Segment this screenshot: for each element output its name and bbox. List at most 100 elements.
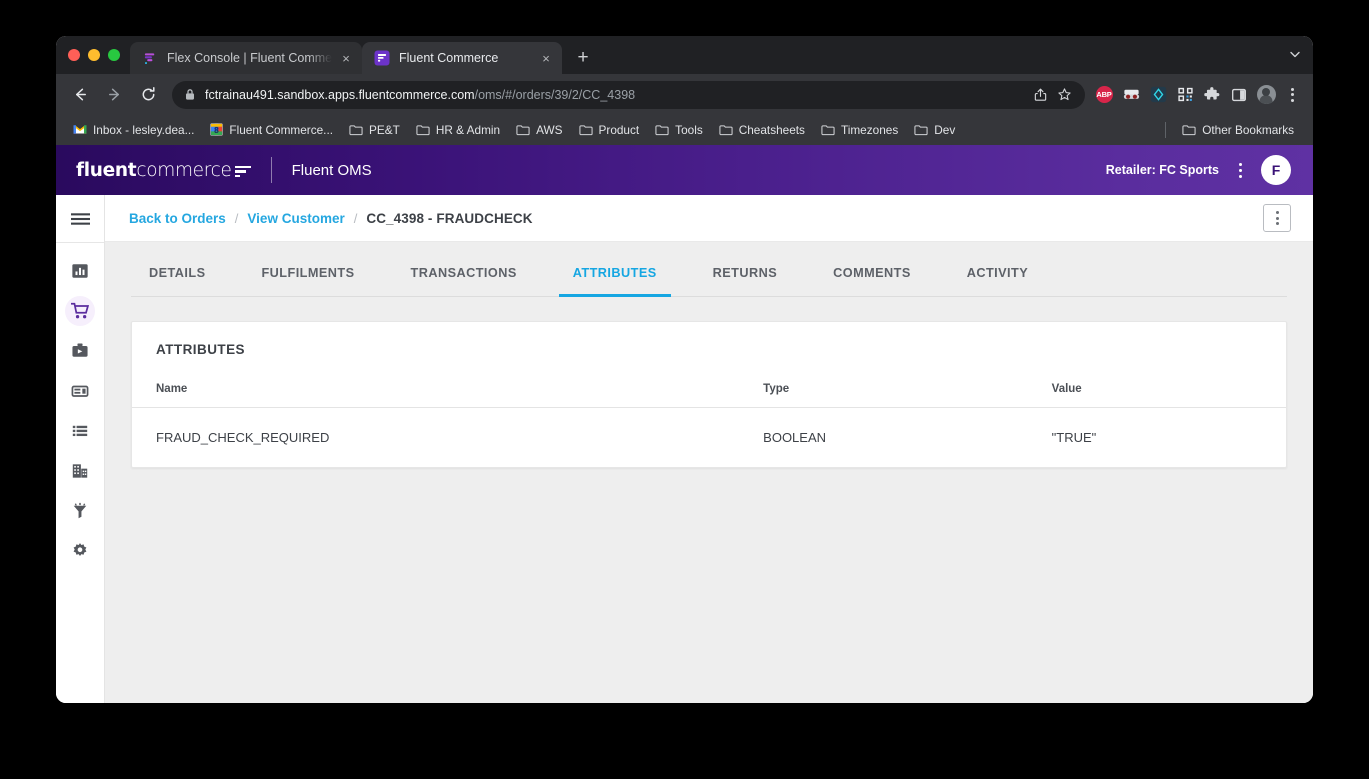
card-layout-icon: [71, 385, 89, 397]
forward-button[interactable]: [100, 81, 128, 109]
maximize-window-button[interactable]: [108, 49, 120, 61]
fluent-logo-mark: [234, 165, 251, 178]
app-sidebar: [56, 195, 105, 703]
shopping-cart-icon: [70, 302, 89, 319]
folder-icon: [821, 124, 835, 136]
cell-attribute-name: FRAUD_CHECK_REQUIRED: [156, 430, 330, 445]
breadcrumb-separator: /: [353, 210, 358, 226]
building-icon: [72, 464, 88, 478]
address-bar[interactable]: fctrainau491.sandbox.apps.fluentcommerce…: [172, 80, 1085, 109]
tab-activity[interactable]: ACTIVITY: [967, 242, 1028, 296]
tab-attributes[interactable]: ATTRIBUTES: [558, 242, 671, 297]
close-tab-button[interactable]: ×: [538, 50, 554, 66]
bookmark-folder-tools[interactable]: Tools: [648, 120, 710, 140]
attributes-table-head: Name Type Value: [132, 357, 1286, 408]
attributes-card: ATTRIBUTES Name Type Value FRAUD_CHECK_R…: [131, 321, 1287, 468]
bookmark-label: Timezones: [840, 122, 899, 137]
reload-button[interactable]: [134, 81, 162, 109]
browser-toolbar: fctrainau491.sandbox.apps.fluentcommerce…: [56, 74, 1313, 115]
sidebar-item-locations[interactable]: [56, 451, 105, 491]
tab-transactions[interactable]: TRANSACTIONS: [411, 242, 517, 296]
bookmark-folder-cheatsheets[interactable]: Cheatsheets: [712, 120, 812, 140]
retailer-selector[interactable]: Retailer: FC Sports: [1106, 163, 1219, 177]
page-viewport: fluentcommerce Fluent OMS Retailer: FC S…: [56, 145, 1313, 703]
hamburger-icon[interactable]: [56, 195, 105, 242]
address-bar-url: fctrainau491.sandbox.apps.fluentcommerce…: [205, 88, 635, 102]
app-header-right: Retailer: FC Sports F: [1106, 155, 1291, 185]
chrome-menu-icon[interactable]: [1281, 84, 1303, 106]
browser-tab-fluent-commerce[interactable]: Fluent Commerce ×: [362, 42, 562, 74]
app-body: Back to Orders / View Customer / CC_4398…: [56, 195, 1313, 703]
table-row[interactable]: FRAUD_CHECK_REQUIRED BOOLEAN "TRUE": [132, 408, 1286, 468]
folder-icon: [349, 124, 363, 136]
new-tab-button[interactable]: +: [569, 43, 597, 71]
bookmark-folder-pet[interactable]: PE&T: [342, 120, 407, 140]
bookmark-fluent-commerce[interactable]: 8 Fluent Commerce...: [203, 120, 340, 140]
tab-returns[interactable]: RETURNS: [713, 242, 777, 296]
address-bar-actions: [1021, 84, 1075, 106]
breadcrumb-link-view-customer[interactable]: View Customer: [247, 211, 344, 226]
side-panel-icon[interactable]: [1227, 83, 1251, 107]
minimize-window-button[interactable]: [88, 49, 100, 61]
bookmark-other-bookmarks[interactable]: Other Bookmarks: [1175, 120, 1301, 140]
back-button[interactable]: [66, 81, 94, 109]
bookmark-folder-dev[interactable]: Dev: [907, 120, 962, 140]
sidebar-item-settings[interactable]: [56, 531, 105, 571]
bookmark-folder-product[interactable]: Product: [572, 120, 647, 140]
incognito-mask-icon[interactable]: [1119, 83, 1143, 107]
window-traffic-lights: [64, 36, 130, 74]
folder-icon: [516, 124, 530, 136]
lock-icon[interactable]: [184, 88, 196, 101]
bookmark-label: HR & Admin: [435, 122, 501, 137]
qr-code-icon[interactable]: [1173, 83, 1197, 107]
sidebar-item-rules[interactable]: [56, 491, 105, 531]
breadcrumb-link-back-to-orders[interactable]: Back to Orders: [129, 211, 226, 226]
browser-tab-title: Fluent Commerce: [399, 51, 499, 65]
puzzle-extensions-icon[interactable]: [1200, 83, 1224, 107]
tab-comments[interactable]: COMMENTS: [833, 242, 911, 296]
flex-console-icon: [142, 50, 158, 66]
close-window-button[interactable]: [68, 49, 80, 61]
sidebar-item-cards[interactable]: [56, 371, 105, 411]
bookmark-folder-timezones[interactable]: Timezones: [814, 120, 905, 140]
chevron-down-icon[interactable]: [1289, 48, 1301, 63]
close-tab-button[interactable]: ×: [338, 50, 354, 66]
attributes-card-title: ATTRIBUTES: [156, 342, 245, 357]
folder-icon: [416, 124, 430, 136]
sidebar-item-orders[interactable]: [56, 291, 105, 331]
bookmark-inbox[interactable]: Inbox - lesley.dea...: [66, 120, 201, 140]
folder-icon: [1182, 124, 1196, 136]
bookmarks-divider: [1165, 121, 1167, 138]
fluent-commerce-logo[interactable]: fluentcommerce: [76, 160, 251, 181]
bookmarks-bar: Inbox - lesley.dea... 8 Fluent Commerce.…: [56, 115, 1313, 145]
browser-tab-flex-console[interactable]: Flex Console | Fluent Commerce ×: [130, 42, 362, 74]
kebab-menu-icon[interactable]: [1229, 157, 1251, 183]
star-icon[interactable]: [1053, 84, 1075, 106]
tab-strip-right-controls: [1289, 36, 1313, 74]
table-header-row: Name Type Value: [132, 357, 1286, 408]
sidebar-item-lists[interactable]: [56, 411, 105, 451]
breadcrumb: Back to Orders / View Customer / CC_4398…: [105, 195, 1313, 242]
order-tabs: DETAILS FULFILMENTS TRANSACTIONS ATTRIBU…: [131, 242, 1287, 297]
gear-icon: [73, 543, 87, 557]
sidebar-divider: [56, 242, 104, 243]
bookmark-folder-aws[interactable]: AWS: [509, 120, 569, 140]
folder-icon: [655, 124, 669, 136]
header-divider: [270, 157, 272, 183]
tab-fulfilments[interactable]: FULFILMENTS: [261, 242, 354, 296]
tab-details[interactable]: DETAILS: [149, 242, 205, 296]
fluent-commerce-icon: [374, 50, 390, 66]
password-manager-icon[interactable]: [1146, 83, 1170, 107]
share-icon[interactable]: [1029, 84, 1051, 106]
profile-avatar-icon[interactable]: [1254, 83, 1278, 107]
browser-tab-strip: Flex Console | Fluent Commerce × Fluent …: [56, 36, 1313, 74]
order-actions-menu-button[interactable]: [1263, 204, 1291, 232]
bookmark-label: Product: [598, 122, 640, 137]
sidebar-item-dashboard[interactable]: [56, 251, 105, 291]
adblock-plus-icon[interactable]: ABP: [1092, 83, 1116, 107]
sidebar-item-inventory[interactable]: [56, 331, 105, 371]
toolbox-icon: [72, 343, 88, 357]
bookmark-label: AWS: [536, 122, 563, 137]
avatar[interactable]: F: [1261, 155, 1291, 185]
bookmark-folder-hr-admin[interactable]: HR & Admin: [409, 120, 507, 140]
